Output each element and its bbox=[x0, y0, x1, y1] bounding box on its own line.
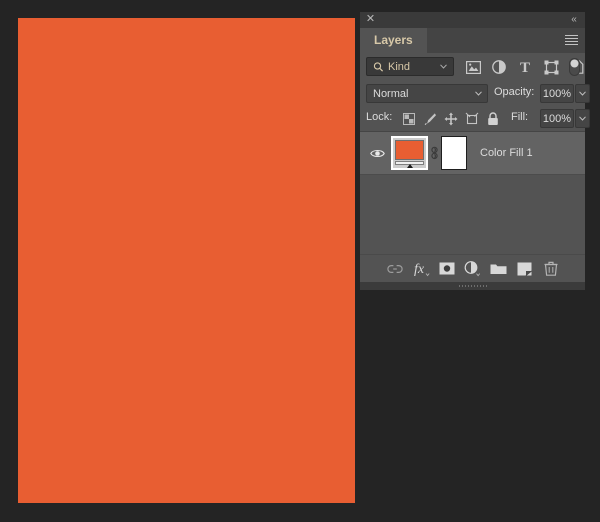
svg-text:T: T bbox=[520, 60, 530, 74]
lock-position-icon[interactable] bbox=[440, 106, 461, 131]
filter-shape-icon[interactable] bbox=[538, 53, 564, 81]
layer-mask-link-icon[interactable] bbox=[430, 146, 439, 160]
new-adjustment-layer-icon[interactable] bbox=[460, 255, 486, 283]
opacity-input[interactable]: 100% bbox=[540, 84, 574, 103]
chevron-down-icon bbox=[475, 91, 482, 96]
layer-visibility-toggle[interactable] bbox=[366, 132, 388, 174]
fill-input[interactable]: 100% bbox=[540, 109, 574, 128]
layer-thumbnail[interactable] bbox=[391, 136, 428, 170]
panel-menu-icon[interactable] bbox=[565, 35, 578, 46]
layer-thumbnail-knob bbox=[406, 164, 413, 168]
filter-pixel-icon[interactable] bbox=[460, 53, 486, 81]
layer-list: Color Fill 1 bbox=[360, 131, 585, 240]
layer-mask-thumbnail[interactable] bbox=[441, 136, 467, 170]
new-group-icon[interactable] bbox=[486, 255, 512, 283]
layer-name-label: Color Fill 1 bbox=[480, 147, 533, 159]
layer-fill-swatch bbox=[395, 140, 424, 160]
opacity-stepper[interactable] bbox=[575, 84, 590, 103]
layer-style-fx-icon[interactable]: fx bbox=[408, 255, 434, 283]
new-layer-icon[interactable] bbox=[512, 255, 538, 283]
grip-dots bbox=[458, 285, 487, 287]
collapse-panel-icon[interactable]: « bbox=[567, 14, 580, 25]
chevron-down-icon bbox=[440, 64, 447, 69]
delete-layer-icon[interactable] bbox=[538, 255, 564, 283]
search-icon bbox=[373, 62, 384, 72]
menu-line bbox=[565, 38, 578, 39]
filter-type-icon[interactable]: T bbox=[512, 53, 538, 81]
layers-panel-toolbar: fx bbox=[360, 254, 585, 282]
menu-line bbox=[565, 35, 578, 36]
opacity-value: 100% bbox=[542, 88, 572, 100]
chevron-down-icon bbox=[579, 116, 586, 121]
blend-mode-value: Normal bbox=[373, 88, 409, 100]
lock-transparent-pixels-icon[interactable] bbox=[398, 106, 419, 131]
fill-label: Fill: bbox=[511, 111, 529, 123]
menu-line bbox=[565, 41, 578, 42]
filter-toggle-switch[interactable] bbox=[569, 58, 580, 76]
chevron-down-icon bbox=[579, 91, 586, 96]
add-layer-mask-icon[interactable] bbox=[434, 255, 460, 283]
close-icon[interactable]: ✕ bbox=[365, 14, 376, 25]
fill-value: 100% bbox=[542, 113, 572, 125]
eye-icon bbox=[369, 149, 385, 157]
lock-all-icon[interactable] bbox=[482, 106, 503, 131]
panel-topbar: ✕ « bbox=[360, 12, 585, 28]
document-canvas[interactable] bbox=[18, 18, 355, 503]
table-row[interactable]: Color Fill 1 bbox=[360, 132, 585, 175]
panel-tab-row: Layers bbox=[360, 28, 585, 53]
link-layers-icon[interactable] bbox=[382, 255, 408, 283]
lock-label: Lock: bbox=[366, 111, 393, 123]
lock-artboard-nesting-icon[interactable] bbox=[461, 106, 482, 131]
filter-kind-label: Kind bbox=[388, 61, 411, 73]
tab-layers[interactable]: Layers bbox=[360, 28, 427, 53]
filter-kind-select[interactable]: Kind bbox=[366, 57, 454, 76]
lock-icon-group bbox=[398, 106, 503, 131]
layer-filter-row: Kind T bbox=[360, 53, 585, 81]
opacity-label: Opacity: bbox=[494, 86, 535, 98]
panel-resize-grip[interactable] bbox=[360, 282, 585, 290]
lock-image-pixels-icon[interactable] bbox=[419, 106, 440, 131]
lock-fill-row: Lock: Fill: 100% bbox=[360, 106, 590, 131]
filter-adjustment-icon[interactable] bbox=[486, 53, 512, 81]
menu-line bbox=[565, 44, 578, 45]
layers-panel: ✕ « Layers Kind T Normal Opacity: 100% L… bbox=[360, 12, 590, 290]
blend-opacity-row: Normal Opacity: 100% bbox=[360, 81, 590, 106]
fill-stepper[interactable] bbox=[575, 109, 590, 128]
svg-text:fx: fx bbox=[414, 262, 425, 277]
blend-mode-select[interactable]: Normal bbox=[366, 84, 488, 103]
